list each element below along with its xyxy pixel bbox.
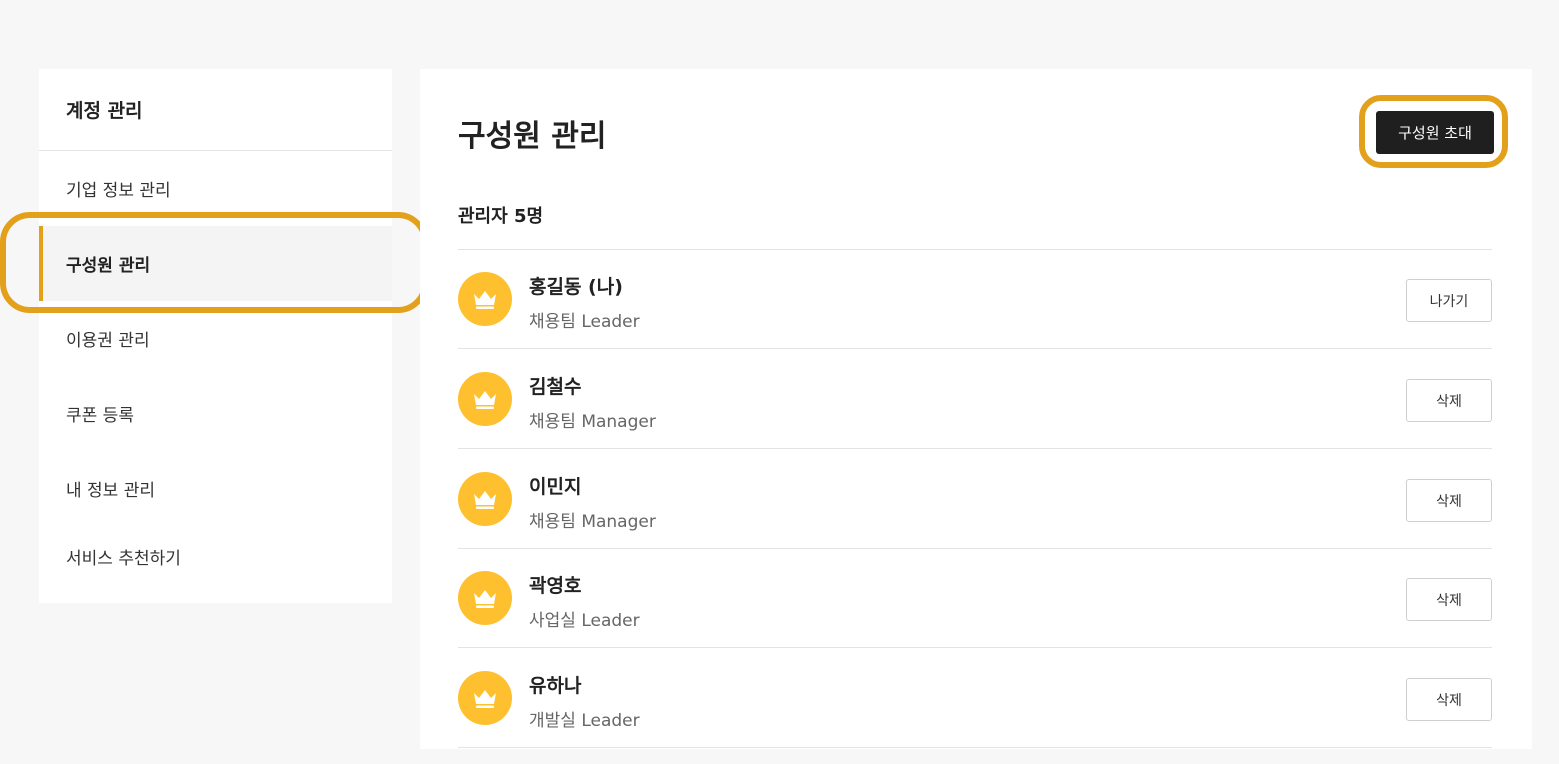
member-name: 이민지 [529, 476, 582, 498]
member-role: 채용팀 Leader [529, 312, 640, 332]
crown-icon [474, 690, 496, 708]
invite-member-button[interactable]: 구성원 초대 [1376, 111, 1494, 154]
member-row: 이민지 채용팀 Manager 삭제 [458, 450, 1492, 549]
avatar [458, 472, 512, 526]
member-row: 김철수 채용팀 Manager 삭제 [458, 350, 1492, 449]
crown-icon [474, 391, 496, 409]
member-row: 홍길동 (나) 채용팀 Leader 나가기 [458, 250, 1492, 349]
sidebar-item-company-info[interactable]: 기업 정보 관리 [39, 151, 392, 226]
avatar [458, 272, 512, 326]
member-role: 개발실 Leader [529, 711, 640, 731]
avatar [458, 372, 512, 426]
sidebar-item-recommend[interactable]: 서비스 추천하기 [39, 519, 392, 594]
delete-button[interactable]: 삭제 [1406, 578, 1492, 621]
delete-button[interactable]: 삭제 [1406, 379, 1492, 422]
admin-count-label: 관리자 5명 [458, 206, 544, 227]
member-name: 곽영호 [529, 575, 582, 597]
sidebar: 계정 관리 기업 정보 관리 구성원 관리 이용권 관리 쿠폰 등록 내 정보 … [39, 69, 392, 603]
main-panel: 구성원 관리 구성원 초대 관리자 5명 홍길동 (나) 채용팀 Leader … [420, 69, 1532, 749]
member-role: 채용팀 Manager [529, 412, 656, 432]
sidebar-item-coupon[interactable]: 쿠폰 등록 [39, 376, 392, 451]
delete-button[interactable]: 삭제 [1406, 678, 1492, 721]
sidebar-item-members[interactable]: 구성원 관리 [39, 226, 392, 301]
crown-icon [474, 291, 496, 309]
member-row: 곽영호 사업실 Leader 삭제 [458, 549, 1492, 648]
crown-icon [474, 590, 496, 608]
member-name: 유하나 [529, 675, 582, 697]
avatar [458, 671, 512, 725]
crown-icon [474, 491, 496, 509]
leave-button[interactable]: 나가기 [1406, 279, 1492, 322]
member-name: 김철수 [529, 376, 582, 398]
delete-button[interactable]: 삭제 [1406, 479, 1492, 522]
sidebar-item-my-info[interactable]: 내 정보 관리 [39, 451, 392, 526]
sidebar-title: 계정 관리 [39, 69, 392, 151]
member-role: 채용팀 Manager [529, 512, 656, 532]
page-title: 구성원 관리 [458, 119, 607, 154]
member-role: 사업실 Leader [529, 611, 640, 631]
member-row: 유하나 개발실 Leader 삭제 [458, 649, 1492, 748]
member-name: 홍길동 (나) [529, 276, 623, 298]
sidebar-item-subscription[interactable]: 이용권 관리 [39, 301, 392, 376]
avatar [458, 571, 512, 625]
